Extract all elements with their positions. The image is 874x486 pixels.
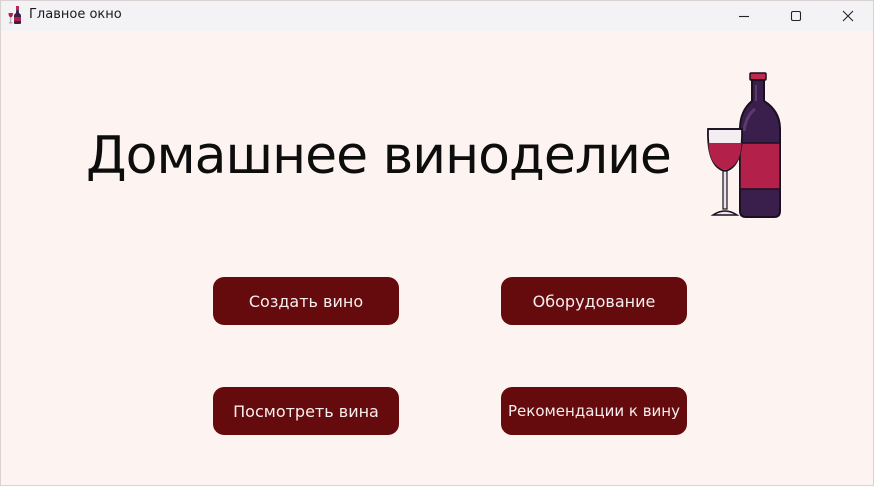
- minimize-button[interactable]: [721, 1, 767, 31]
- close-button[interactable]: [825, 1, 871, 31]
- maximize-icon: [790, 10, 802, 22]
- view-wines-button[interactable]: Посмотреть вина: [213, 387, 399, 435]
- create-wine-button[interactable]: Создать вино: [213, 277, 399, 325]
- equipment-button[interactable]: Оборудование: [501, 277, 687, 325]
- main-window: Главное окно Домашнее виноделие Создать …: [0, 0, 874, 486]
- minimize-icon: [738, 10, 750, 22]
- close-icon: [842, 10, 854, 22]
- wine-recommendations-button[interactable]: Рекомендации к вину: [501, 387, 687, 435]
- maximize-button[interactable]: [773, 1, 819, 31]
- wine-bottle-and-glass-icon: [703, 71, 785, 221]
- page-title: Домашнее виноделие: [86, 126, 672, 186]
- window-title: Главное окно: [29, 7, 122, 22]
- wine-bottle-icon: [8, 6, 22, 24]
- title-bar[interactable]: Главное окно: [1, 1, 873, 31]
